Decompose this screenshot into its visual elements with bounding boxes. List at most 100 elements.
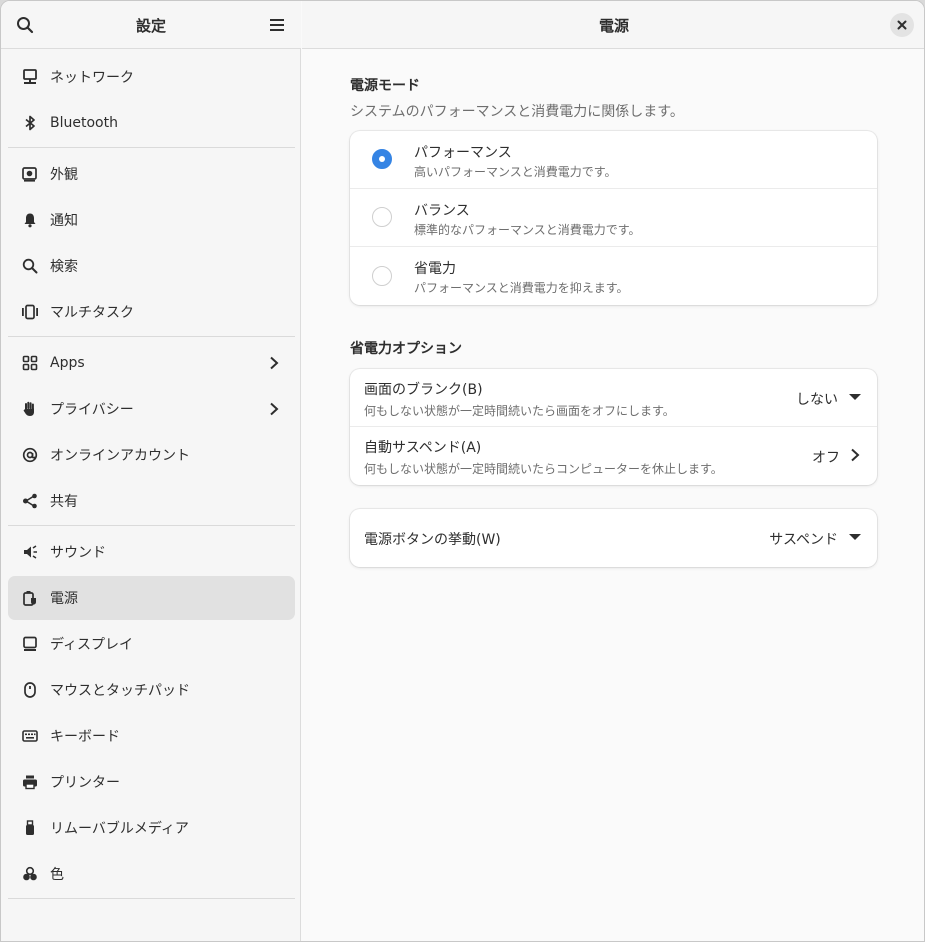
sidebar-item-online-accounts[interactable]: オンラインアカウント [8,433,295,477]
option-subtitle: 高いパフォーマンスと消費電力です。 [414,165,617,179]
radio-button[interactable] [372,266,392,286]
sidebar-item-label: 検索 [50,259,78,275]
multitasking-icon [21,303,39,321]
bell-icon [21,211,39,229]
main-header: 電源 [302,1,924,49]
apps-grid-icon [21,354,39,372]
sidebar-item-power[interactable]: 電源 [8,576,295,620]
power-button-behavior-row[interactable]: 電源ボタンの挙動(W) サスペンド [350,509,877,567]
sidebar-item-network[interactable]: ネットワーク [8,55,295,99]
auto-suspend-row[interactable]: 自動サスペンド(A) 何もしない状態が一定時間続いたらコンピューターを休止します… [350,427,877,485]
sidebar-item-label: サウンド [50,545,106,561]
sidebar-item-label: プリンター [50,775,120,791]
row-title: 電源ボタンの挙動(W) [364,532,501,548]
hamburger-menu-icon [270,19,284,31]
sidebar-separator [8,525,295,526]
row-subtitle: 何もしない状態が一定時間続いたら画面をオフにします。 [364,404,675,418]
power-mode-option-power-saver[interactable]: 省電力 パフォーマンスと消費電力を抑えます。 [350,247,877,305]
power-button-value[interactable]: サスペンド [769,529,838,549]
sidebar-item-label: 電源 [50,591,78,607]
dropdown-arrow-icon[interactable] [848,390,862,404]
sidebar-item-label: ネットワーク [50,70,134,86]
sidebar-item-label: ディスプレイ [50,637,134,653]
sidebar-header: 設定 [1,1,301,49]
radio-button[interactable] [372,207,392,227]
printer-icon [21,773,39,791]
chevron-right-icon [267,402,281,416]
chevron-right-icon [848,448,862,462]
sidebar-item-keyboard[interactable]: キーボード [8,714,295,758]
dropdown-arrow-icon[interactable] [848,530,862,544]
screen-blank-row[interactable]: 画面のブランク(B) 何もしない状態が一定時間続いたら画面をオフにします。 しな… [350,369,877,427]
sidebar-item-label: 色 [50,867,64,883]
option-subtitle: パフォーマンスと消費電力を抑えます。 [414,281,629,295]
radio-button[interactable] [372,149,392,169]
mouse-icon [21,681,39,699]
usb-drive-icon [21,819,39,837]
main-panel: 電源 電源モード システムのパフォーマンスと消費電力に関係します。 パフォーマン… [302,1,924,941]
sidebar-item-privacy[interactable]: プライバシー [8,387,295,431]
sidebar-item-color[interactable]: 色 [8,852,295,896]
hand-icon [21,400,39,418]
sidebar-list: ネットワーク Bluetooth 外観 通知 検索 マルチタスク Apps プラ… [8,55,295,903]
sidebar-item-label: マルチタスク [50,305,134,321]
appearance-icon [21,165,39,183]
screen-blank-value[interactable]: しない [796,389,838,409]
sidebar-item-appearance[interactable]: 外観 [8,152,295,196]
sidebar-item-label: 通知 [50,213,78,229]
option-title: 省電力 [414,261,456,277]
sidebar-item-label: マウスとタッチパッド [50,683,190,699]
sidebar-item-sound[interactable]: サウンド [8,530,295,574]
auto-suspend-value: オフ [812,450,840,466]
share-icon [21,492,39,510]
sidebar-separator [8,898,295,899]
sidebar-item-search[interactable]: 検索 [8,244,295,288]
sidebar-item-printers[interactable]: プリンター [8,760,295,804]
row-title: 自動サスペンド(A) [364,440,482,456]
bluetooth-icon [21,114,39,132]
sidebar-item-label: 外観 [50,167,78,183]
sidebar-item-removable-media[interactable]: リムーバブルメディア [8,806,295,850]
power-button-card: 電源ボタンの挙動(W) サスペンド [350,509,877,567]
sidebar-item-sharing[interactable]: 共有 [8,479,295,523]
sidebar-item-label: キーボード [50,729,120,745]
sidebar-title: 設定 [135,17,166,35]
sidebar-separator [8,336,295,337]
sidebar: 設定 ネットワーク Bluetooth 外観 通知 検索 マルチタスク Apps… [1,1,301,941]
at-sign-icon [21,446,39,464]
sidebar-item-label: 共有 [50,494,78,510]
sidebar-item-bluetooth[interactable]: Bluetooth [8,101,295,145]
display-icon [21,635,39,653]
speaker-icon [21,543,39,561]
power-saving-card: 画面のブランク(B) 何もしない状態が一定時間続いたら画面をオフにします。 しな… [350,369,877,485]
sidebar-separator [8,147,295,148]
main-menu-button[interactable] [265,13,289,37]
sidebar-item-mouse-touchpad[interactable]: マウスとタッチパッド [8,668,295,712]
close-button[interactable] [890,13,914,37]
power-saving-title: 省電力オプション [350,341,462,357]
keyboard-icon [21,727,39,745]
sidebar-item-label: リムーバブルメディア [50,821,189,837]
search-icon [21,257,39,275]
power-icon [21,589,39,607]
color-icon [21,865,39,883]
power-mode-option-balanced[interactable]: バランス 標準的なパフォーマンスと消費電力です。 [350,189,877,247]
close-icon [897,20,907,30]
settings-window: 設定 ネットワーク Bluetooth 外観 通知 検索 マルチタスク Apps… [0,0,925,942]
sidebar-item-displays[interactable]: ディスプレイ [8,622,295,666]
power-mode-option-performance[interactable]: パフォーマンス 高いパフォーマンスと消費電力です。 [350,131,877,189]
power-mode-title: 電源モード [350,78,420,94]
option-title: バランス [414,203,470,219]
sidebar-item-multitasking[interactable]: マルチタスク [8,290,295,334]
sidebar-item-label: オンラインアカウント [50,448,190,464]
sidebar-item-apps[interactable]: Apps [8,341,295,385]
sidebar-item-notifications[interactable]: 通知 [8,198,295,242]
page-title: 電源 [598,17,629,35]
row-subtitle: 何もしない状態が一定時間続いたらコンピューターを休止します。 [364,462,723,476]
network-wired-icon [21,68,39,86]
sidebar-item-label: プライバシー [50,402,134,418]
row-title: 画面のブランク(B) [364,382,483,398]
power-mode-card: パフォーマンス 高いパフォーマンスと消費電力です。 バランス 標準的なパフォーマ… [350,131,877,305]
chevron-right-icon [267,356,281,370]
power-mode-subtitle: システムのパフォーマンスと消費電力に関係します。 [350,104,684,120]
